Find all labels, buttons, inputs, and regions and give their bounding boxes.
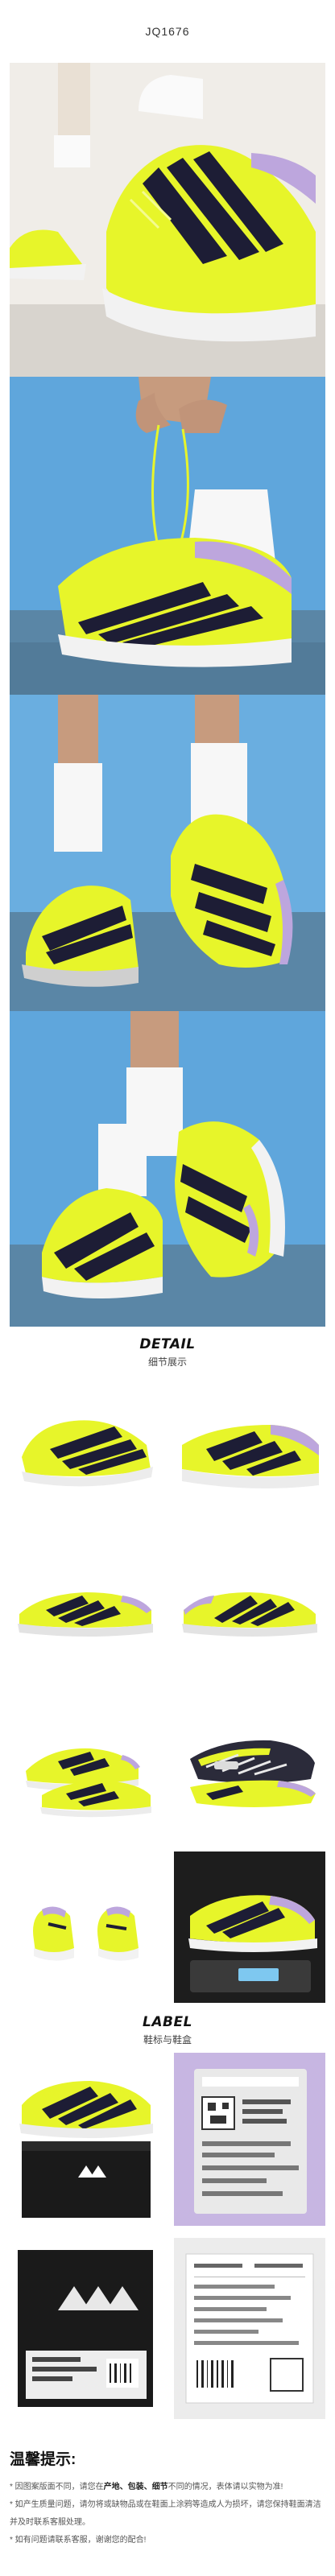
detail-section-header: DETAIL 细节展示 <box>0 1336 335 1368</box>
detail-photo-pair-front <box>10 1690 161 1842</box>
detail-photo-pair-heels <box>10 1852 161 2003</box>
detail-photo-on-scale <box>174 1852 325 2003</box>
lifestyle-photo-heel-view <box>10 1011 325 1327</box>
lifestyle-photo-walking-step <box>10 695 325 1011</box>
product-code: JQ1676 <box>145 25 190 38</box>
label-photo-tongue-tag <box>174 2053 325 2226</box>
notice-line-1: * 因图案版面不同，请您在产地、包装、细节不同的情况，表体请以实物为准! <box>10 2483 283 2491</box>
label-subtitle: 鞋标与鞋盒 <box>143 2034 192 2046</box>
notice-line-3: * 如有问题请联系客服，谢谢您的配合! <box>10 2536 147 2545</box>
label-section-header: LABEL 鞋标与鞋盒 <box>0 2014 335 2046</box>
detail-photo-lateral-angle <box>10 1368 161 1520</box>
label-photo-box-label-sticker <box>174 2238 325 2419</box>
notice-line-2: * 如产生质量问题，请勿将或缺物品或在鞋面上涂鸦等造成人为损坏，请您保持鞋面清洁… <box>10 2500 321 2527</box>
label-photo-shoebox <box>10 2238 161 2419</box>
detail-photo-heel-close-up <box>174 1368 325 1520</box>
detail-photo-lateral-side <box>174 1530 325 1681</box>
detail-photo-outsole <box>174 1690 325 1842</box>
detail-subtitle: 细节展示 <box>147 1356 187 1368</box>
lifestyle-photo-tying-laces <box>10 377 325 695</box>
notice-line-1-bold: 产地、包装、细节 <box>103 2483 168 2491</box>
detail-title: DETAIL <box>139 1336 196 1352</box>
detail-photo-medial-side <box>10 1530 161 1681</box>
label-photo-shoe-on-box <box>10 2053 161 2226</box>
notice-title: 温馨提示: <box>10 2451 77 2468</box>
lifestyle-photo-side-view <box>10 63 325 377</box>
label-title: LABEL <box>143 2014 192 2030</box>
notice-panel: 温馨提示: * 因图案版面不同，请您在产地、包装、细节不同的情况，表体请以实物为… <box>10 2447 325 2549</box>
